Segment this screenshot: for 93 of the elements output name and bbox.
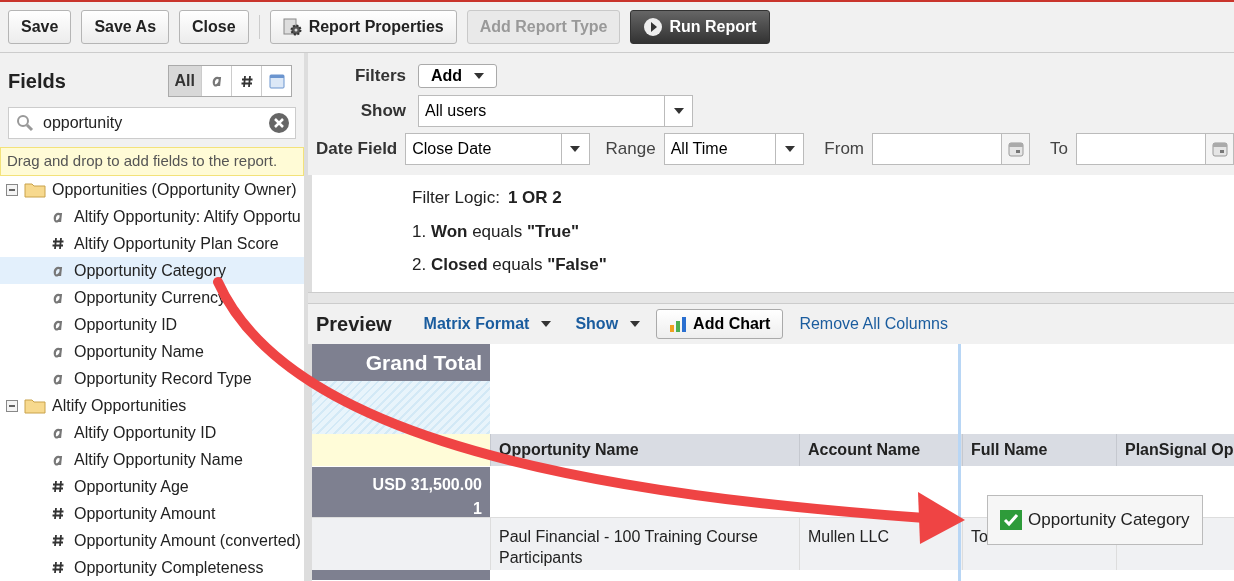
- folder-icon: [24, 181, 46, 198]
- field-item[interactable]: Opportunity Currency: [0, 284, 304, 311]
- caret-icon: [784, 145, 795, 152]
- field-label: Opportunity Age: [74, 476, 189, 497]
- hash-icon: [52, 507, 64, 520]
- range-select[interactable]: All Time: [663, 132, 805, 165]
- field-label: Opportunity Category: [74, 260, 227, 281]
- field-label: Opportunity Completeness: [74, 557, 264, 578]
- show-label: Show: [359, 99, 406, 122]
- hash-icon: [52, 561, 64, 574]
- calendar-icon: [268, 73, 285, 89]
- type-filter-button[interactable]: All: [168, 66, 201, 96]
- hash-icon: [52, 534, 64, 547]
- clear-icon[interactable]: [268, 112, 290, 134]
- gear-icon: [282, 18, 303, 36]
- caret-icon: [673, 107, 684, 114]
- run-report-button[interactable]: Run Report: [630, 10, 770, 44]
- field-label: Opportunity Record Type: [74, 368, 252, 389]
- field-item[interactable]: Altify Opportunity Name: [0, 446, 304, 473]
- from-date-field[interactable]: [872, 132, 1031, 165]
- filters-label: Filters: [354, 65, 406, 87]
- format-link[interactable]: Matrix Format: [423, 312, 530, 336]
- calendar-icon: [1211, 140, 1228, 157]
- column-header: PlanSignal Op: [1116, 434, 1234, 466]
- range-label: Range: [605, 137, 656, 160]
- to-label: To: [1050, 137, 1068, 160]
- drag-tooltip: Opportunity Category: [987, 495, 1203, 545]
- folder-icon: [24, 397, 46, 414]
- letter-a-icon: [210, 74, 223, 88]
- field-label: Opportunity Amount (converted): [74, 530, 301, 551]
- field-item[interactable]: Opportunity Age: [0, 473, 304, 500]
- filter-condition: 1. Won equals "True": [412, 220, 580, 243]
- remove-all-columns-link[interactable]: Remove All Columns: [799, 312, 948, 336]
- field-label: Opportunity Name: [74, 341, 204, 362]
- field-label: Altify Opportunity: Altify Opportu: [74, 206, 301, 227]
- toolbar-button[interactable]: Close: [179, 10, 249, 44]
- caret-icon: [570, 145, 581, 152]
- type-filter-button[interactable]: [231, 66, 261, 96]
- filter-logic-label: Filter Logic:: [412, 187, 500, 209]
- hash-icon: [52, 480, 64, 493]
- date-field-select[interactable]: Close Date: [405, 132, 590, 165]
- filter-condition: 2. Closed equals "False": [412, 254, 608, 276]
- search-field[interactable]: opportunity: [8, 107, 296, 139]
- toolbar-button[interactable]: Save As: [81, 10, 170, 44]
- caret-icon[interactable]: [630, 321, 641, 327]
- checkmark-icon: [1000, 510, 1022, 530]
- hash-icon: [52, 237, 64, 250]
- date-field-label: Date Field: [316, 137, 398, 160]
- field-label: Altify Opportunity Plan Score: [74, 233, 279, 254]
- column-header: Account Name: [799, 434, 962, 466]
- field-label: Altify Opportunity ID: [74, 422, 217, 443]
- field-item[interactable]: Opportunity ID: [0, 311, 304, 338]
- hint-text: Drag and drop to add fields to the report.: [0, 147, 304, 176]
- grand-total-header: Grand Total: [312, 344, 490, 381]
- column-header: Opportunity Name: [490, 434, 799, 466]
- bar-chart-icon: [669, 316, 688, 332]
- panel-title: Fields: [8, 69, 66, 94]
- field-item[interactable]: Altify Opportunity Plan Score: [0, 230, 304, 257]
- search-icon: [16, 114, 34, 132]
- add-filter-button[interactable]: Add: [418, 63, 498, 88]
- field-item[interactable]: Altify Opportunity ID: [0, 419, 304, 446]
- field-item[interactable]: Opportunity Amount (converted): [0, 527, 304, 554]
- column-header: Full Name: [962, 434, 1116, 466]
- field-item[interactable]: Opportunity Amount: [0, 500, 304, 527]
- folder-label[interactable]: Opportunities (Opportunity Owner): [52, 177, 297, 202]
- field-label: Opportunity ID: [74, 314, 178, 335]
- show-select[interactable]: All users: [418, 94, 693, 127]
- toolbar-button[interactable]: Report Properties: [269, 10, 457, 44]
- to-date-field[interactable]: [1076, 132, 1234, 165]
- field-item[interactable]: Altify Opportunity: Altify Opportu: [0, 203, 304, 230]
- field-label: Opportunity Amount: [74, 503, 216, 524]
- field-label: Opportunity Currency: [74, 287, 227, 308]
- folder-label[interactable]: Altify Opportunities: [52, 393, 187, 418]
- field-item[interactable]: Opportunity Completeness: [0, 554, 304, 581]
- hash-icon: [240, 74, 253, 88]
- format-link[interactable]: Show: [575, 312, 619, 336]
- collapse-icon[interactable]: [6, 399, 18, 412]
- field-item[interactable]: Opportunity Name: [0, 338, 304, 365]
- preview-title: Preview: [316, 312, 392, 337]
- calendar-icon: [1007, 140, 1024, 157]
- caret-icon[interactable]: [541, 321, 552, 327]
- table-cell: Paul Financial - 100 Training Course Participants: [490, 517, 799, 570]
- field-item[interactable]: Opportunity Category: [0, 257, 304, 284]
- toolbar-button[interactable]: Save: [8, 10, 72, 44]
- group-total-cell: USD 31,500.00 1: [312, 466, 490, 517]
- add-chart-button[interactable]: Add Chart: [656, 309, 784, 339]
- collapse-icon[interactable]: [6, 183, 18, 196]
- caret-icon: [474, 72, 485, 79]
- play-icon: [643, 17, 664, 37]
- field-label: Altify Opportunity Name: [74, 449, 243, 470]
- field-item[interactable]: Opportunity Record Type: [0, 365, 304, 392]
- filter-logic-value: 1 OR 2: [507, 187, 562, 209]
- from-label: From: [824, 137, 865, 160]
